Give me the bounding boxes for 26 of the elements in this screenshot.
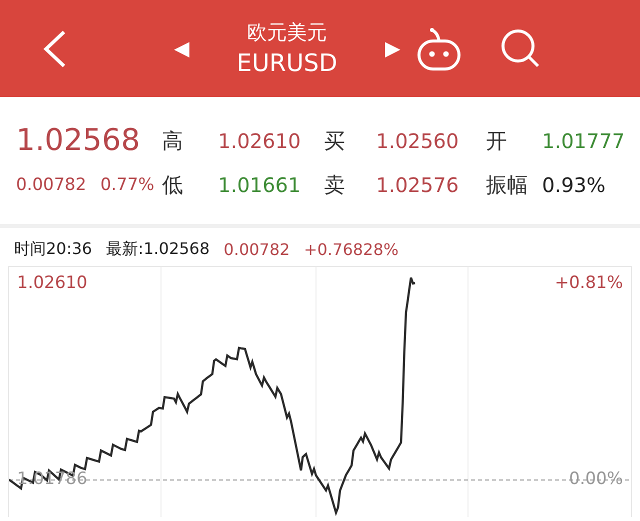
change-amount: 0.00782 xyxy=(224,240,290,258)
field-value: 1.02560 xyxy=(376,128,460,152)
robot-icon[interactable] xyxy=(416,26,462,70)
field-value: 1.02610 xyxy=(218,128,302,152)
axis-high-label: 1.02610 xyxy=(17,273,88,293)
change-amount: 0.00782 xyxy=(16,174,86,194)
field-value: 1.02576 xyxy=(376,172,460,196)
latest-price-label: 最新:1.02568 xyxy=(106,238,210,260)
axis-high-percent: +0.81% xyxy=(554,273,623,293)
field-label: 低 xyxy=(162,172,184,198)
pair-code: EURUSD xyxy=(236,48,338,78)
field-value: 0.93% xyxy=(542,172,607,196)
field-label: 买 xyxy=(324,128,346,154)
field-value: 1.01777 xyxy=(542,128,626,152)
pair-name: 欧元美元 xyxy=(247,20,327,44)
field-value: 1.01661 xyxy=(218,172,302,196)
last-price: 1.02568 xyxy=(16,122,140,158)
field-label: 开 xyxy=(486,128,508,154)
field-label: 高 xyxy=(162,128,184,154)
change-percent: 0.77% xyxy=(100,174,154,194)
time-label: 时间20:36 xyxy=(14,238,92,260)
field-label: 振幅 xyxy=(486,172,529,198)
field-label: 卖 xyxy=(324,172,346,198)
axis-base-percent: 0.00% xyxy=(568,469,623,489)
search-icon[interactable] xyxy=(500,28,542,70)
change-percent: +0.76828% xyxy=(304,240,399,258)
